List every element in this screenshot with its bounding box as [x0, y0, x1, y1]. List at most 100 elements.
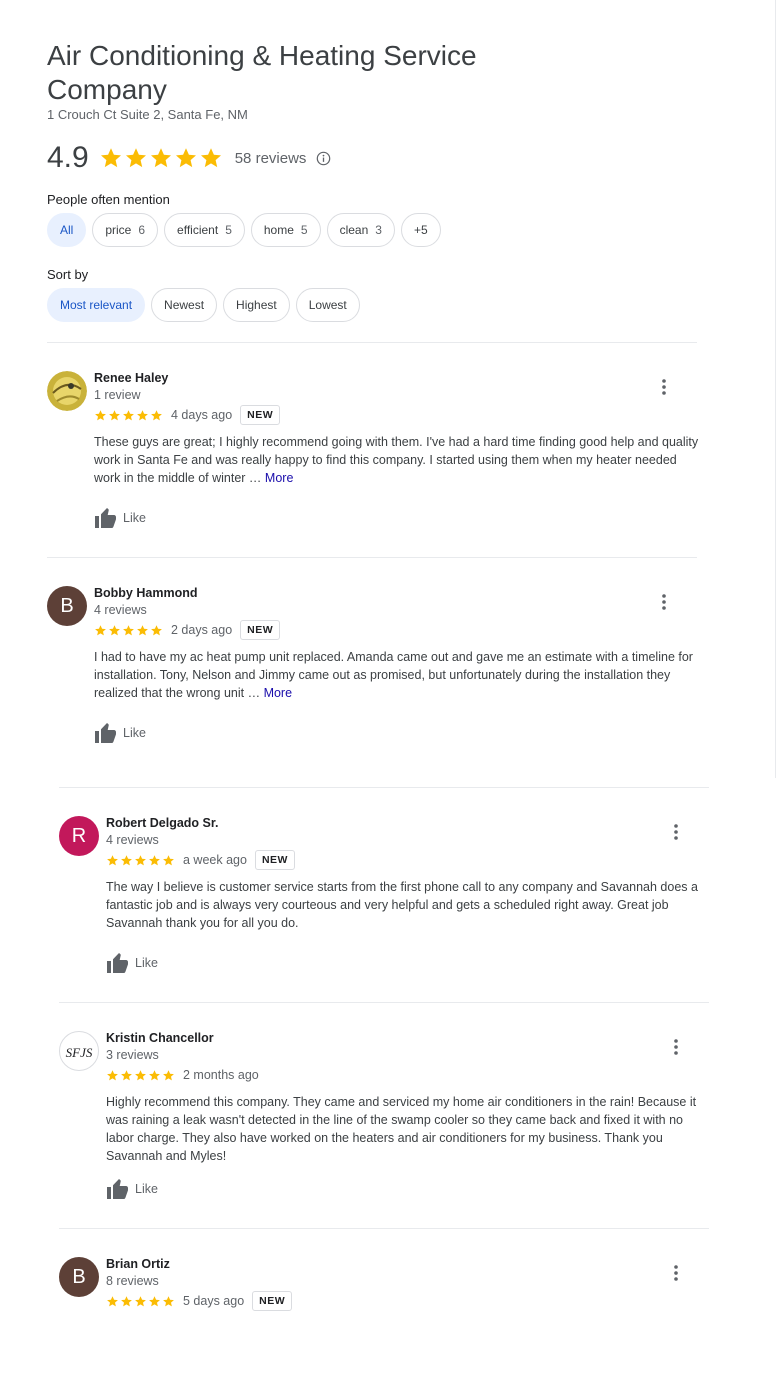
review-card: Renee Haley 1 review 4 days ago NEW Thes…: [47, 371, 698, 531]
review-date: 2 days ago: [171, 623, 233, 637]
star-icon: [148, 1295, 161, 1308]
chip-clean[interactable]: clean 3: [326, 213, 395, 247]
review-text: Highly recommend this company. They came…: [106, 1095, 697, 1163]
star-icon: [106, 854, 119, 867]
review-card: R Robert Delgado Sr. 4 reviews a week ag…: [59, 816, 709, 976]
star-icon: [124, 146, 148, 170]
new-badge: NEW: [240, 620, 281, 640]
star-icon: [148, 854, 161, 867]
info-icon[interactable]: [316, 151, 331, 166]
overall-rating: 4.9 58 reviews: [47, 138, 331, 178]
more-vert-icon: [674, 1039, 678, 1055]
reviewer-avatar[interactable]: [47, 371, 87, 411]
sort-lowest[interactable]: Lowest: [295, 288, 360, 322]
thumbs-up-icon: [106, 1178, 130, 1200]
review-menu-button[interactable]: [654, 592, 674, 612]
chip-all[interactable]: All: [47, 213, 87, 247]
reviewer-review-count: 3 reviews: [106, 1048, 159, 1062]
thumbs-up-icon: [94, 722, 118, 744]
review-card: B Bobby Hammond 4 reviews 2 days ago NEW…: [47, 586, 697, 746]
review-menu-button[interactable]: [666, 822, 686, 842]
review-text: I had to have my ac heat pump unit repla…: [94, 650, 693, 700]
more-vert-icon: [662, 594, 666, 610]
star-icon: [134, 854, 147, 867]
review-menu-button[interactable]: [654, 377, 674, 397]
star-icon: [108, 624, 121, 637]
review-text: The way I believe is customer service st…: [106, 880, 698, 930]
like-button[interactable]: Like: [94, 507, 146, 529]
star-icon: [162, 1069, 175, 1082]
star-icon: [122, 409, 135, 422]
more-vert-icon: [674, 824, 678, 840]
reviewer-name[interactable]: Robert Delgado Sr.: [106, 816, 219, 830]
divider: [47, 557, 697, 558]
review-stars: [94, 624, 163, 637]
reviewer-avatar[interactable]: B: [47, 586, 87, 626]
divider: [59, 1228, 709, 1229]
star-icon: [122, 624, 135, 637]
star-icon: [149, 146, 173, 170]
star-icon: [108, 409, 121, 422]
review-stars: [106, 854, 175, 867]
star-icon: [94, 624, 107, 637]
star-icon: [120, 1295, 133, 1308]
review-menu-button[interactable]: [666, 1037, 686, 1057]
more-link[interactable]: More: [265, 471, 293, 485]
sort-most-relevant[interactable]: Most relevant: [47, 288, 146, 322]
chip-price[interactable]: price 6: [92, 213, 159, 247]
divider: [47, 342, 697, 343]
review-date: 5 days ago: [183, 1294, 245, 1308]
star-icon: [162, 1295, 175, 1308]
svg-text:SFJS: SFJS: [66, 1045, 93, 1060]
star-icon: [120, 854, 133, 867]
mention-chips: All price 6 efficient 5 home 5 clean 3 +5: [47, 213, 441, 247]
photo-avatar-icon: [47, 371, 87, 411]
star-icon: [199, 146, 223, 170]
business-name: Air Conditioning & Heating Service Compa…: [47, 40, 477, 105]
new-badge: NEW: [240, 405, 281, 425]
star-icon: [174, 146, 198, 170]
reviewer-name[interactable]: Renee Haley: [94, 371, 168, 385]
star-icon: [99, 146, 123, 170]
thumbs-up-icon: [94, 507, 118, 529]
business-address: 1 Crouch Ct Suite 2, Santa Fe, NM: [47, 107, 248, 122]
like-button[interactable]: Like: [94, 722, 146, 744]
chip-home[interactable]: home 5: [250, 213, 321, 247]
rating-value: 4.9: [47, 141, 89, 174]
review-menu-button[interactable]: [666, 1263, 686, 1283]
reviewer-avatar[interactable]: B: [59, 1257, 99, 1297]
sort-newest[interactable]: Newest: [151, 288, 218, 322]
like-button[interactable]: Like: [106, 1178, 158, 1200]
mentions-label: People often mention: [47, 192, 170, 207]
star-icon: [134, 1295, 147, 1308]
reviewer-name[interactable]: Bobby Hammond: [94, 586, 197, 600]
star-icon: [150, 409, 163, 422]
reviewer-review-count: 4 reviews: [94, 603, 147, 617]
new-badge: NEW: [254, 850, 295, 870]
star-icon: [120, 1069, 133, 1082]
star-icon: [150, 624, 163, 637]
more-vert-icon: [674, 1265, 678, 1281]
reviewer-name[interactable]: Kristin Chancellor: [106, 1031, 214, 1045]
monogram-avatar-icon: SFJS: [66, 1045, 93, 1060]
star-icon: [94, 409, 107, 422]
star-icon: [136, 624, 149, 637]
like-button[interactable]: Like: [106, 952, 158, 974]
more-link[interactable]: More: [264, 686, 292, 700]
review-stars: [106, 1069, 175, 1082]
chip-more[interactable]: +5: [400, 213, 441, 247]
reviewer-avatar[interactable]: SFJS: [59, 1031, 99, 1071]
review-card: B Brian Ortiz 8 reviews 5 days ago NEW: [59, 1257, 709, 1327]
review-stars: [106, 1295, 175, 1308]
rating-stars: [99, 146, 223, 170]
review-count-link[interactable]: 58 reviews: [235, 150, 307, 167]
review-date: 2 months ago: [183, 1068, 259, 1082]
reviewer-avatar[interactable]: R: [59, 816, 99, 856]
sort-highest[interactable]: Highest: [223, 288, 290, 322]
star-icon: [136, 409, 149, 422]
reviewer-name[interactable]: Brian Ortiz: [106, 1257, 170, 1271]
sort-label: Sort by: [47, 267, 89, 282]
star-icon: [106, 1069, 119, 1082]
chip-efficient[interactable]: efficient 5: [164, 213, 245, 247]
star-icon: [162, 854, 175, 867]
